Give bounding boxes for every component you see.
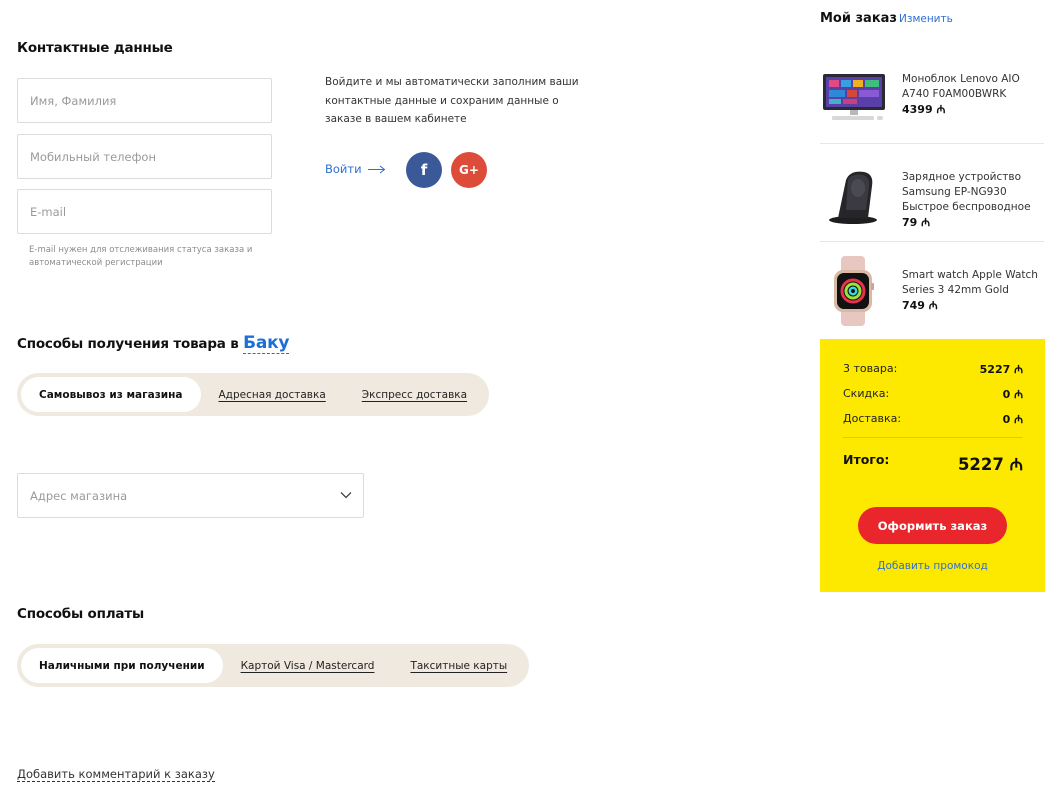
delivery-option-pickup[interactable]: Самовывоз из магазина — [21, 377, 201, 412]
order-summary: 3 товара: 5227 ₼ Скидка: 0 ₼ Доставка: 0… — [820, 339, 1045, 592]
summary-items-value: 5227 ₼ — [979, 363, 1023, 376]
summary-discount-label: Скидка: — [843, 387, 890, 400]
order-item: Smart watch Apple Watch Series 3 42mm Go… — [820, 242, 1044, 340]
delivery-option-express[interactable]: Экспресс доставка — [344, 377, 485, 412]
order-item-price: 4399 ₼ — [902, 103, 946, 116]
store-address-select[interactable]: Адрес магазина — [17, 473, 364, 518]
order-item-name: Зарядное устройство Samsung EP-NG930 Быс… — [902, 171, 1031, 213]
order-item-info: Моноблок Lenovo AIO A740 F0AM00BWRK 4399… — [902, 72, 1044, 118]
phone-input[interactable] — [17, 134, 272, 179]
total-label: Итого: — [843, 452, 890, 467]
login-description: Войдите и мы автоматически заполним ваши… — [325, 76, 579, 125]
order-item-name: Smart watch Apple Watch Series 3 42mm Go… — [902, 269, 1038, 296]
store-address-placeholder: Адрес магазина — [30, 488, 128, 503]
total-value: 5227 ₼ — [957, 455, 1023, 474]
google-login-button[interactable]: G+ — [451, 152, 487, 188]
order-item-price: 79 ₼ — [902, 216, 931, 229]
summary-delivery-value: 0 ₼ — [1002, 413, 1023, 426]
order-item-info: Smart watch Apple Watch Series 3 42mm Go… — [902, 268, 1044, 314]
order-item-price: 749 ₼ — [902, 299, 938, 312]
watch-icon — [834, 256, 874, 326]
contacts-title: Контактные данные — [17, 40, 173, 56]
facebook-login-button[interactable]: f — [406, 152, 442, 188]
arrow-right-icon — [367, 165, 385, 173]
login-link-label: Войти — [325, 162, 362, 176]
checkout-button[interactable]: Оформить заказ — [858, 507, 1007, 544]
name-input[interactable] — [17, 78, 272, 123]
email-hint: E-mail нужен для отслеживания статуса за… — [29, 245, 253, 268]
summary-discount-value: 0 ₼ — [1002, 388, 1023, 401]
charger-icon — [829, 171, 877, 224]
email-input[interactable] — [17, 189, 272, 234]
order-title: Мой заказ — [820, 11, 897, 26]
order-item: Моноблок Lenovo AIO A740 F0AM00BWRK 4399… — [820, 46, 1044, 144]
summary-discount-row: Скидка: 0 ₼ — [843, 387, 1023, 402]
delivery-option-address[interactable]: Адресная доставка — [201, 377, 344, 412]
summary-items-label: 3 товара: — [843, 362, 898, 375]
order-item-name: Моноблок Lenovo AIO A740 F0AM00BWRK — [902, 73, 1020, 100]
payment-option-installment[interactable]: Такситные карты — [392, 648, 525, 683]
payment-option-cash[interactable]: Наличными при получении — [21, 648, 223, 683]
chevron-down-icon — [340, 492, 352, 499]
add-promo-code-link[interactable]: Добавить промокод — [820, 560, 1045, 572]
add-comment-link[interactable]: Добавить комментарий к заказу — [17, 767, 215, 782]
monitor-icon — [823, 74, 885, 120]
login-link[interactable]: Войти — [325, 162, 386, 176]
summary-delivery-label: Доставка: — [843, 412, 902, 425]
summary-items-row: 3 товара: 5227 ₼ — [843, 362, 1023, 377]
city-selector[interactable]: Баку — [243, 333, 290, 354]
summary-delivery-row: Доставка: 0 ₼ — [843, 412, 1023, 427]
google-plus-icon: G+ — [459, 163, 479, 177]
payment-method-tabs: Наличными при получении Картой Visa / Ma… — [17, 644, 530, 687]
delivery-method-tabs: Самовывоз из магазина Адресная доставка … — [17, 373, 490, 416]
order-item-info: Зарядное устройство Samsung EP-NG930 Быс… — [902, 170, 1044, 231]
payment-option-card[interactable]: Картой Visa / Mastercard — [223, 648, 393, 683]
edit-order-link[interactable]: Изменить — [899, 13, 953, 25]
summary-divider — [843, 437, 1023, 438]
payment-title: Способы оплаты — [17, 606, 144, 622]
facebook-icon: f — [420, 161, 428, 179]
delivery-title-text: Способы получения товара в — [17, 336, 239, 352]
delivery-title: Способы получения товара в Баку — [17, 333, 290, 354]
order-item: Зарядное устройство Samsung EP-NG930 Быс… — [820, 144, 1044, 242]
